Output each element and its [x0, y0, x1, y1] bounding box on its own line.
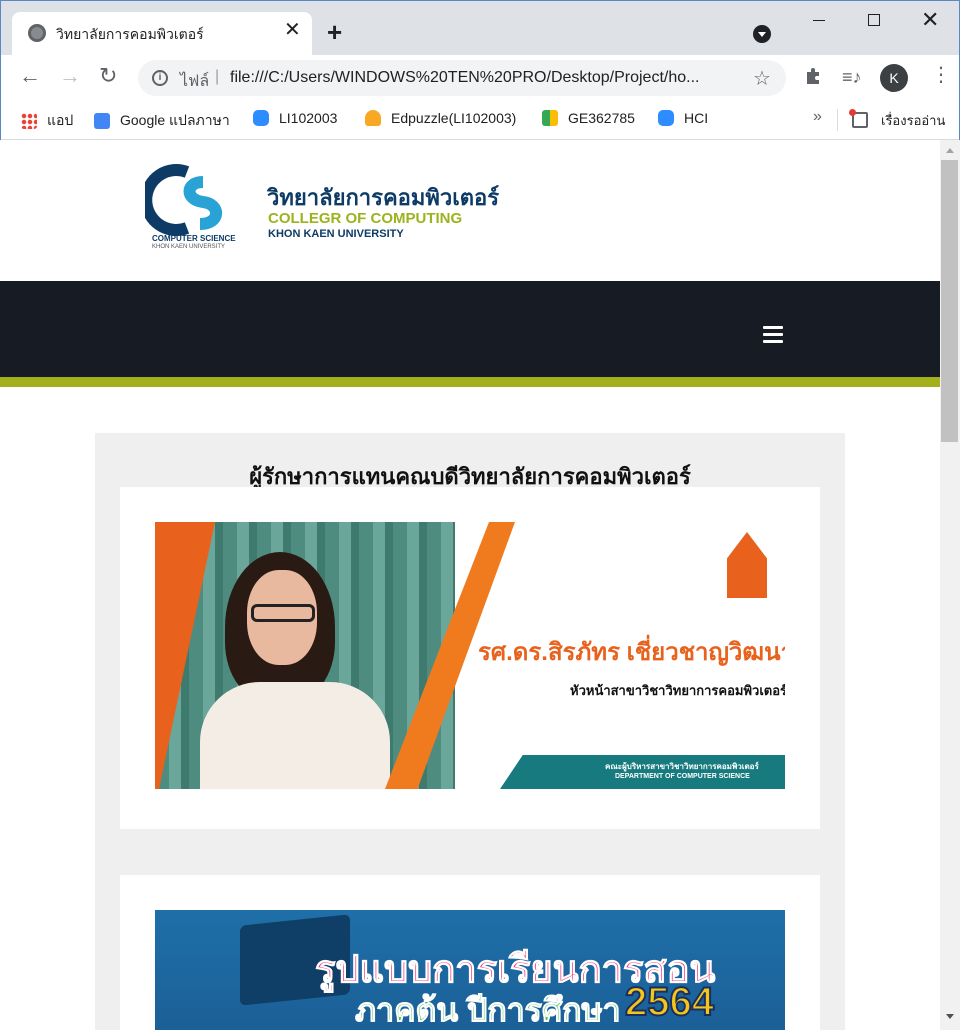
scroll-up-arrow-icon[interactable] — [946, 148, 954, 153]
zoom-icon — [253, 110, 269, 126]
tab-title: วิทยาลัยการคอมพิวเตอร์ — [56, 26, 204, 42]
profile-avatar[interactable]: K — [880, 64, 908, 92]
bookmark-label: แอป — [47, 112, 74, 128]
banner-year: 2564 — [624, 979, 715, 1025]
url-scheme-label: ไฟล์ — [180, 73, 210, 90]
dean-role: หัวหน้าสาขาวิชาวิทยาการคอมพิวเตอร์ — [570, 683, 785, 698]
scrollbar-thumb[interactable] — [941, 160, 958, 442]
reload-icon[interactable]: ↻ — [99, 65, 117, 87]
teaching-card: รูปแบบการเรียนการสอน ภาคต้น ปีการศึกษา 2… — [120, 875, 820, 1030]
divider — [837, 109, 838, 131]
portrait-body — [200, 682, 390, 789]
bookmark-google-translate[interactable]: Google แปลภาษา — [94, 110, 230, 132]
reading-list-icon[interactable] — [849, 109, 868, 128]
teaching-banner-image: รูปแบบการเรียนการสอน ภาคต้น ปีการศึกษา 2… — [155, 910, 785, 1030]
info-icon[interactable]: i — [152, 70, 168, 86]
site-navbar — [0, 281, 940, 377]
apps-icon — [21, 113, 37, 129]
edpuzzle-icon — [365, 110, 381, 126]
browser-chrome: วิทยาลัยการคอมพิวเตอร์ ✕ + ✕ ← → ↻ i ไฟล… — [0, 0, 960, 140]
department-thai: คณะผู้บริหารสาขาวิชาวิทยาการคอมพิวเตอร์ — [605, 762, 759, 771]
bookmark-li102003[interactable]: LI102003 — [253, 110, 337, 126]
more-menu-icon[interactable]: ⋮ — [931, 65, 951, 85]
maximize-button[interactable] — [868, 14, 880, 26]
tab-strip: วิทยาลัยการคอมพิวเตอร์ ✕ + ✕ — [1, 1, 959, 55]
reading-list-label[interactable]: เรื่องรออ่าน — [881, 110, 945, 131]
tab-search-icon[interactable] — [753, 25, 771, 43]
dean-card: รศ.ดร.สิรภัทร เชี่ยวชาญวิฒนา หัวหน้าสาขา… — [120, 487, 820, 829]
bookmarks-bar: แอป Google แปลภาษา LI102003 Edpuzzle(LI1… — [1, 101, 959, 140]
window-close-button[interactable]: ✕ — [921, 7, 939, 33]
globe-icon — [28, 24, 46, 42]
portrait-glasses — [251, 604, 315, 622]
extensions-icon[interactable] — [804, 67, 822, 85]
university-name: KHON KAEN UNIVERSITY — [268, 228, 404, 240]
new-tab-button[interactable]: + — [327, 19, 342, 45]
close-tab-icon[interactable]: ✕ — [284, 20, 301, 40]
bookmark-label: Edpuzzle(LI102003) — [391, 110, 517, 126]
bookmark-label: Google แปลภาษา — [120, 112, 230, 128]
more-bookmarks-icon[interactable]: » — [813, 108, 822, 126]
toolbar: ← → ↻ i ไฟล์ | file:///C:/Users/WINDOWS%… — [1, 55, 959, 101]
logo-subtitle: COMPUTER SCIENCE — [152, 234, 236, 243]
dean-banner-image: รศ.ดร.สิรภัทร เชี่ยวชาญวิฒนา หัวหน้าสาขา… — [155, 522, 785, 789]
bookmark-label: HCI — [684, 110, 709, 126]
meet-icon — [542, 110, 558, 126]
zoom-icon — [658, 110, 674, 126]
vertical-scrollbar[interactable] — [940, 140, 960, 1030]
page-viewport: COMPUTER SCIENCE KHON KAEN UNIVERSITY วิ… — [0, 140, 940, 1030]
content-panel: ผู้รักษาการแทนคณบดีวิทยาลัยการคอมพิวเตอร… — [95, 433, 845, 1030]
google-translate-icon — [94, 113, 110, 129]
dean-name: รศ.ดร.สิรภัทร เชี่ยวชาญวิฒนา — [478, 639, 785, 666]
back-arrow-icon[interactable]: ← — [19, 65, 41, 87]
college-name-english: COLLEGR OF COMPUTING — [268, 210, 463, 227]
university-seal-icon — [727, 532, 767, 598]
bookmark-label: LI102003 — [279, 110, 338, 126]
scroll-down-arrow-icon[interactable] — [946, 1014, 954, 1019]
address-bar[interactable]: i ไฟล์ | file:///C:/Users/WINDOWS%20TEN%… — [138, 60, 786, 96]
forward-arrow-icon[interactable]: → — [59, 65, 81, 87]
media-control-icon[interactable]: ≡♪ — [842, 67, 862, 88]
bookmark-edpuzzle[interactable]: Edpuzzle(LI102003) — [365, 110, 516, 126]
url-separator: | — [215, 68, 220, 85]
navbar-accent-bar — [0, 377, 940, 387]
bookmark-label: GE362785 — [568, 110, 635, 126]
bookmark-hci[interactable]: HCI — [658, 110, 708, 126]
bookmark-ge362785[interactable]: GE362785 — [542, 110, 635, 126]
url-text[interactable]: file:///C:/Users/WINDOWS%20TEN%20PRO/Des… — [230, 69, 699, 87]
department-english: DEPARTMENT OF COMPUTER SCIENCE — [615, 773, 750, 780]
banner-subheadline: ภาคต้น ปีการศึกษา — [355, 992, 622, 1029]
bookmark-apps[interactable]: แอป — [21, 110, 73, 132]
minimize-button[interactable] — [813, 20, 825, 21]
browser-tab[interactable]: วิทยาลัยการคอมพิวเตอร์ ✕ — [12, 12, 312, 55]
logo-subtitle-university: KHON KAEN UNIVERSITY — [152, 244, 226, 250]
bookmark-star-icon[interactable]: ☆ — [753, 66, 771, 91]
hamburger-menu-icon[interactable] — [763, 326, 783, 343]
